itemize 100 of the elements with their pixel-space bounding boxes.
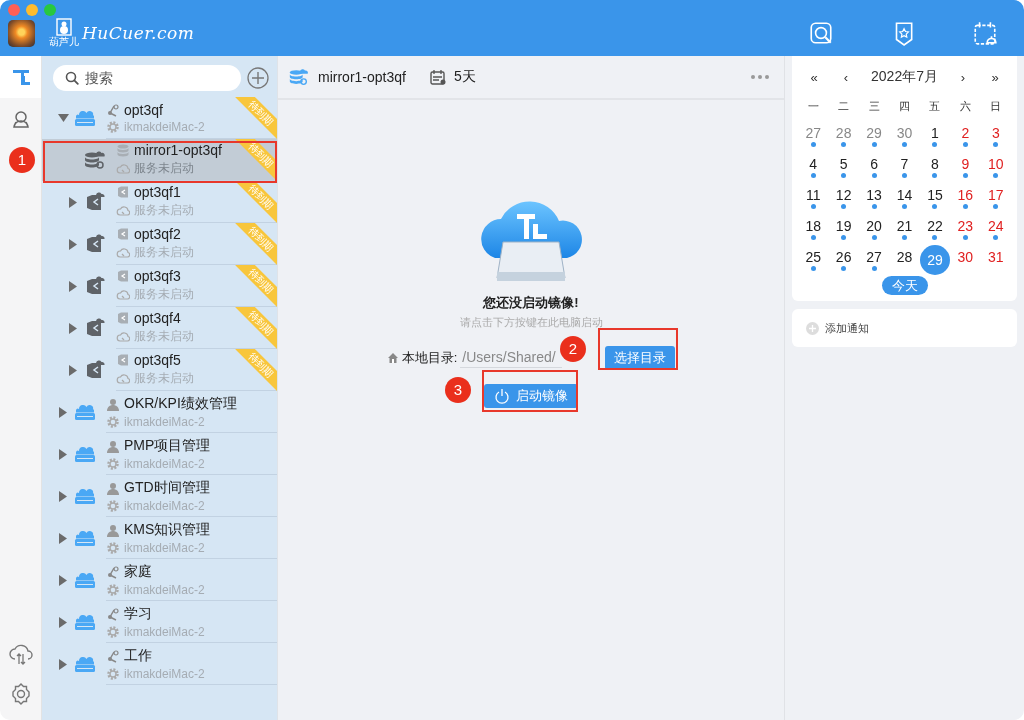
calendar-day[interactable]: 5 [839,155,848,172]
calendar-day[interactable]: 1 [931,124,939,141]
share-icon [106,564,120,579]
gear-icon [106,414,120,429]
add-notice-label: 添加通知 [825,320,869,336]
box-icon [116,269,130,283]
add-notice-item[interactable]: 添加通知 [792,309,1017,347]
calendar-day[interactable]: 23 [957,217,974,234]
search-icon[interactable] [808,20,834,46]
calendar-day[interactable]: 11 [805,186,821,203]
weekday-label: 五 [928,99,942,114]
item-status: ikmakdeiMac-2 [124,414,205,429]
caret-icon[interactable] [59,574,67,586]
share-icon [106,606,120,621]
logo-caption: 葫芦儿 [49,36,79,47]
next-year-button[interactable]: » [979,69,1011,85]
tree-item[interactable]: GTD时间管理 ikmakdeiMac-2 [42,475,277,517]
calendar-day[interactable]: 28 [896,248,913,265]
item-status: ikmakdeiMac-2 [124,540,205,555]
gear-icon [106,119,120,134]
calendar-day[interactable]: 25 [805,248,821,265]
item-status: 服务未启动 [134,244,194,261]
cloud-icon [116,203,130,218]
weekday-label: 四 [898,99,911,114]
tree-item[interactable]: 学习 ikmakdeiMac-2 [42,601,277,643]
tree-item[interactable]: 家庭 ikmakdeiMac-2 [42,559,277,601]
calendar-day[interactable]: 27 [866,248,882,265]
calendar-day[interactable]: 20 [866,217,882,234]
tree-item[interactable]: 工作 ikmakdeiMac-2 [42,643,277,685]
tree-item[interactable]: KMS知识管理 ikmakdeiMac-2 [42,517,277,559]
calendar-bell-icon[interactable] [972,20,998,46]
caret-icon[interactable] [57,114,69,122]
item-name: 学习 [124,604,152,623]
item-name: PMP项目管理 [124,436,211,455]
calendar-day[interactable]: 14 [896,186,913,203]
box-icon [116,227,130,241]
calendar-day[interactable]: 18 [805,217,821,234]
calendar-day[interactable]: 6 [870,155,878,172]
calendar-day[interactable]: 7 [900,155,909,172]
calendar-day[interactable]: 8 [931,155,939,172]
calendar-day[interactable]: 22 [927,217,943,234]
share-icon [106,648,120,663]
calendar-day[interactable]: 21 [896,217,913,234]
calendar-day[interactable]: 12 [835,186,852,203]
person-icon [10,109,31,129]
person-icon [106,396,120,411]
weekday-label: 三 [867,99,881,114]
calendar-day[interactable]: 2 [961,124,970,141]
calendar-day[interactable]: 13 [866,186,882,203]
calendar-day[interactable]: 28 [835,124,852,141]
calendar-day[interactable]: 30 [896,124,913,141]
caret-icon[interactable] [59,616,67,628]
calendar-day[interactable]: 4 [809,155,818,172]
caret-icon[interactable] [59,490,67,502]
calendar-day[interactable]: 30 [957,248,974,265]
app-icon[interactable] [8,20,35,47]
prev-month-button[interactable]: ‹ [830,69,862,85]
calendar-day[interactable]: 15 [927,186,943,203]
item-status: 服务未启动 [134,328,194,345]
gear-icon [106,498,120,513]
caret-icon[interactable] [59,532,67,544]
calendar-day[interactable]: 31 [988,248,1004,265]
calendar-day[interactable]: 10 [988,155,1004,172]
item-name: opt3qf5 [134,352,181,368]
caret-icon[interactable] [69,322,77,334]
calendar-day[interactable]: 16 [957,186,974,203]
item-status: 服务未启动 [134,370,194,387]
caret-icon[interactable] [69,196,77,208]
prev-year-button[interactable]: « [798,69,830,85]
item-name: KMS知识管理 [124,520,211,539]
calendar-day[interactable]: 17 [988,186,1004,203]
add-icon[interactable] [247,67,269,89]
calendar-day[interactable]: 26 [835,248,852,265]
next-month-button[interactable]: › [947,69,979,85]
share-icon [106,102,120,117]
caret-icon[interactable] [59,406,67,418]
calendar-day[interactable]: 3 [991,124,1000,141]
item-name: opt3qf3 [134,268,181,284]
calendar-day[interactable]: 9 [961,155,970,172]
gourd-icon [56,18,72,36]
box-icon [116,311,130,325]
caret-icon[interactable] [69,364,77,376]
calendar-day[interactable]: 19 [835,217,852,234]
calendar-day[interactable]: 24 [988,217,1004,234]
caret-icon[interactable] [59,658,67,670]
search-field[interactable]: 搜索 [53,65,241,91]
box-icon [116,353,130,367]
item-name: opt3qf1 [134,184,181,200]
tree-item[interactable]: mirror1-opt3qf 服务未启动 待到期 [42,139,277,181]
caret-icon[interactable] [59,448,67,460]
calendar-day[interactable]: 27 [805,124,821,141]
caret-icon[interactable] [69,280,77,292]
calendar-day[interactable]: 29 [866,124,882,141]
caret-icon[interactable] [69,238,77,250]
tree-item[interactable]: OKR/KPI绩效管理 ikmakdeiMac-2 [42,391,277,433]
gear-icon [106,666,120,681]
item-status: 服务未启动 [134,286,194,303]
tree-item[interactable]: PMP项目管理 ikmakdeiMac-2 [42,433,277,475]
more-icon[interactable] [750,74,770,80]
item-name: OKR/KPI绩效管理 [124,394,237,413]
